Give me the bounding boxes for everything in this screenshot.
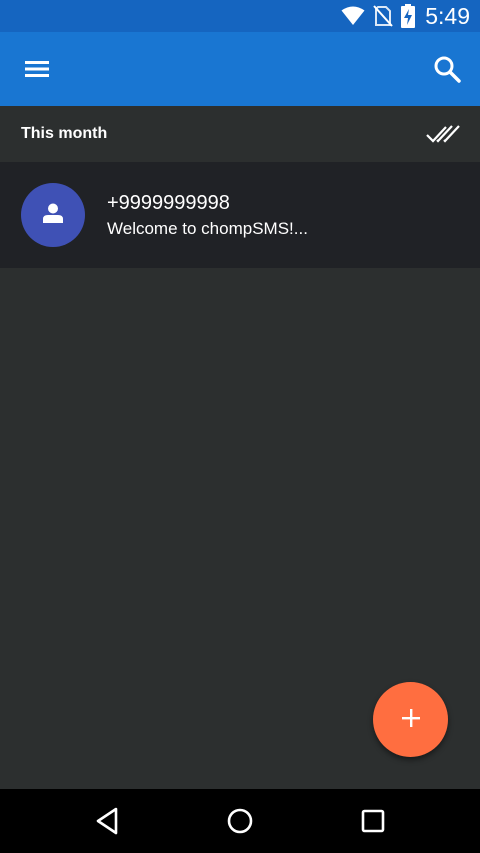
home-button[interactable] [224, 805, 256, 837]
home-icon [224, 808, 256, 841]
avatar [21, 183, 85, 247]
recents-button[interactable] [357, 805, 389, 837]
app-bar [0, 32, 480, 106]
screen: 5:49 This month +9999999998 Welcome to c… [0, 0, 480, 853]
battery-charging-icon [401, 4, 416, 28]
add-icon [400, 707, 422, 733]
section-header: This month [0, 106, 480, 162]
recents-icon [357, 809, 389, 841]
section-title: This month [21, 125, 108, 142]
wifi-icon [341, 6, 365, 26]
mark-all-read-icon [426, 125, 460, 150]
navigation-bar [0, 789, 480, 853]
conversation-name: +9999999998 [107, 192, 230, 214]
conversation-row[interactable]: +9999999998 Welcome to chompSMS!... [0, 162, 480, 268]
new-message-button[interactable] [373, 682, 448, 757]
search-button[interactable] [432, 54, 462, 84]
status-bar: 5:49 [0, 0, 480, 32]
menu-button[interactable] [21, 55, 53, 83]
conversation-snippet: Welcome to chompSMS!... [107, 219, 308, 238]
menu-icon [21, 61, 53, 87]
status-time: 5:49 [425, 3, 470, 29]
person-icon [41, 201, 65, 229]
mark-all-read-button[interactable] [426, 122, 460, 146]
status-icons: 5:49 [341, 0, 470, 32]
back-button[interactable] [91, 805, 123, 837]
no-sim-icon [373, 5, 393, 27]
search-icon [432, 56, 462, 88]
back-icon [91, 807, 123, 841]
